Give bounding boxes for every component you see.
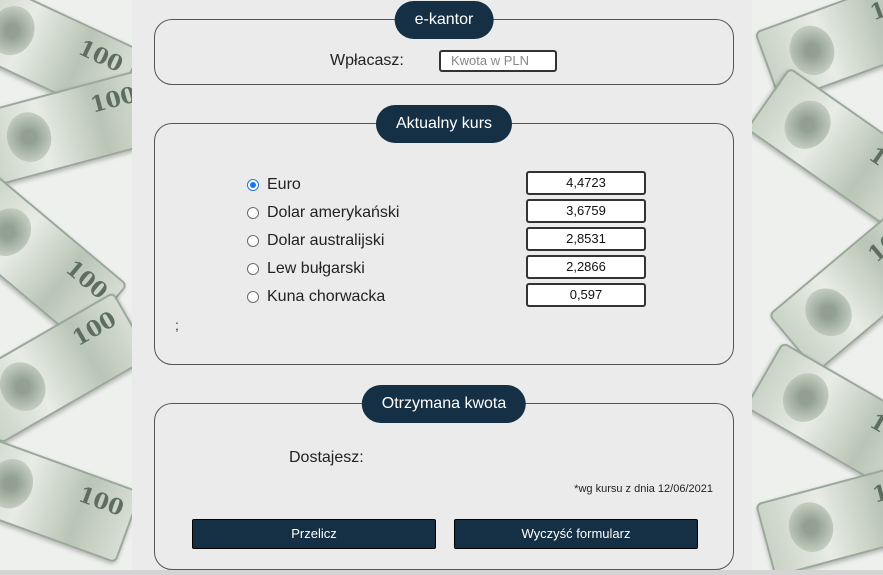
clear-form-button[interactable]: Wyczyść formularz — [454, 519, 698, 549]
rate-row-usd[interactable]: Dolar amerykański 3,6759 — [247, 199, 667, 226]
rate-value-field[interactable]: 2,2866 — [526, 255, 646, 279]
calculate-button[interactable]: Przelicz — [192, 519, 436, 549]
stray-text: ; — [175, 317, 179, 333]
rate-value-field[interactable]: 2,8531 — [526, 227, 646, 251]
rate-date-note: *wg kursu z dnia 12/06/2021 — [574, 483, 713, 495]
deposit-label: Wpłacasz: — [330, 52, 404, 69]
rate-row-aud[interactable]: Dolar australijski 2,8531 — [247, 227, 667, 254]
rate-name: Dolar australijski — [267, 232, 385, 249]
result-title: Otrzymana kwota — [361, 385, 527, 423]
rate-value-field[interactable]: 0,597 — [526, 283, 646, 307]
rates-panel: Aktualny kurs Euro 4,4723 Dolar amerykań… — [154, 105, 734, 365]
rates-title: Aktualny kurs — [375, 105, 513, 143]
rate-name: Dolar amerykański — [267, 204, 400, 221]
radio-aud[interactable] — [247, 235, 259, 247]
result-label: Dostajesz: — [289, 449, 364, 466]
rate-name: Lew bułgarski — [267, 260, 365, 277]
radio-euro[interactable] — [247, 179, 259, 191]
rate-name: Euro — [267, 176, 301, 193]
radio-bgn[interactable] — [247, 263, 259, 275]
rate-value-field[interactable]: 4,4723 — [526, 171, 646, 195]
radio-hrk[interactable] — [247, 291, 259, 303]
money-background-left — [0, 0, 132, 575]
rate-row-euro[interactable]: Euro 4,4723 — [247, 171, 667, 198]
radio-usd[interactable] — [247, 207, 259, 219]
rate-name: Kuna chorwacka — [267, 288, 386, 305]
rate-row-bgn[interactable]: Lew bułgarski 2,2866 — [247, 255, 667, 282]
money-background-right — [752, 0, 883, 575]
bottom-border — [0, 570, 883, 575]
app-title: e-kantor — [394, 1, 494, 39]
deposit-panel: e-kantor Wpłacasz: Kwota w PLN — [154, 1, 734, 85]
amount-pln-input[interactable]: Kwota w PLN — [439, 50, 557, 72]
rate-value-field[interactable]: 3,6759 — [526, 199, 646, 223]
main-form: e-kantor Wpłacasz: Kwota w PLN Aktualny … — [132, 0, 752, 575]
result-panel: Otrzymana kwota Dostajesz: *wg kursu z d… — [154, 385, 734, 570]
rate-row-hrk[interactable]: Kuna chorwacka 0,597 — [247, 283, 667, 310]
